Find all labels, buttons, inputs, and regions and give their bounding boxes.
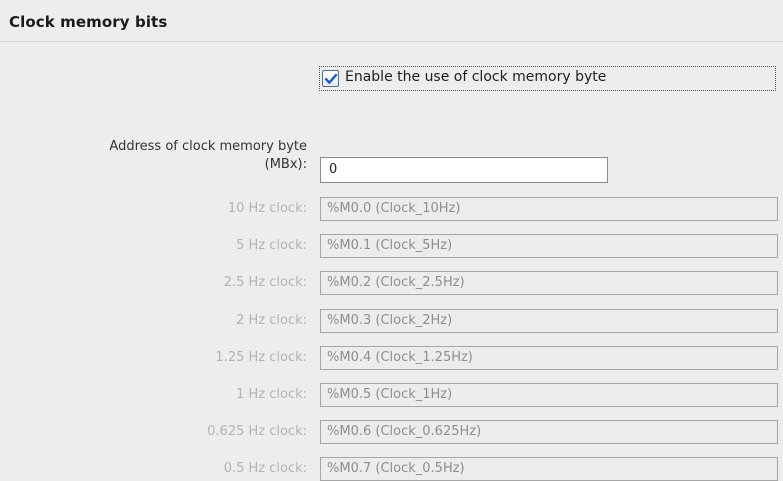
clock-tag-field: %M0.4 (Clock_1.25Hz): [320, 346, 778, 370]
checkmark-icon: [324, 73, 338, 84]
clock-tag-field: %M0.3 (Clock_2Hz): [320, 309, 778, 333]
enable-clock-memory-label[interactable]: Enable the use of clock memory byte: [345, 69, 606, 85]
clock-label: 5 Hz clock:: [236, 238, 307, 253]
clock-tag-field: %M0.1 (Clock_5Hz): [320, 234, 778, 258]
clock-row: 1.25 Hz clock: %M0.4 (Clock_1.25Hz): [0, 346, 783, 370]
clock-row: 2.5 Hz clock: %M0.2 (Clock_2.5Hz): [0, 271, 783, 295]
clock-label: 0.625 Hz clock:: [207, 424, 307, 439]
clock-label: 10 Hz clock:: [227, 201, 307, 216]
address-label-line2: (MBx):: [264, 157, 307, 172]
clock-row: 2 Hz clock: %M0.3 (Clock_2Hz): [0, 309, 783, 333]
section-title: Clock memory bits: [9, 13, 168, 31]
clock-label: 2.5 Hz clock:: [223, 275, 307, 290]
clock-row: 1 Hz clock: %M0.5 (Clock_1Hz): [0, 383, 783, 407]
clock-memory-bits-panel: Clock memory bits Enable the use of cloc…: [0, 0, 783, 481]
clock-label: 1.25 Hz clock:: [215, 350, 307, 365]
address-input[interactable]: 0: [320, 157, 608, 183]
clock-tag-field: %M0.2 (Clock_2.5Hz): [320, 271, 778, 295]
clock-row: 0.5 Hz clock: %M0.7 (Clock_0.5Hz): [0, 457, 783, 481]
clock-tag-field: %M0.5 (Clock_1Hz): [320, 383, 778, 407]
clock-tag-field: %M0.7 (Clock_0.5Hz): [320, 457, 778, 481]
address-label-line1: Address of clock memory byte: [109, 139, 307, 154]
enable-clock-memory-checkbox[interactable]: [322, 70, 339, 87]
clock-tag-field: %M0.6 (Clock_0.625Hz): [320, 420, 778, 444]
clock-tag-field: %M0.0 (Clock_10Hz): [320, 197, 778, 221]
clock-label: 2 Hz clock:: [236, 313, 307, 328]
clock-row: 5 Hz clock: %M0.1 (Clock_5Hz): [0, 234, 783, 258]
clock-label: 1 Hz clock:: [236, 387, 307, 402]
section-divider: [0, 41, 783, 42]
clock-row: 0.625 Hz clock: %M0.6 (Clock_0.625Hz): [0, 420, 783, 444]
clock-row: 10 Hz clock: %M0.0 (Clock_10Hz): [0, 197, 783, 221]
enable-clock-memory-row[interactable]: Enable the use of clock memory byte: [319, 66, 776, 91]
address-label: Address of clock memory byte (MBx):: [27, 138, 307, 174]
